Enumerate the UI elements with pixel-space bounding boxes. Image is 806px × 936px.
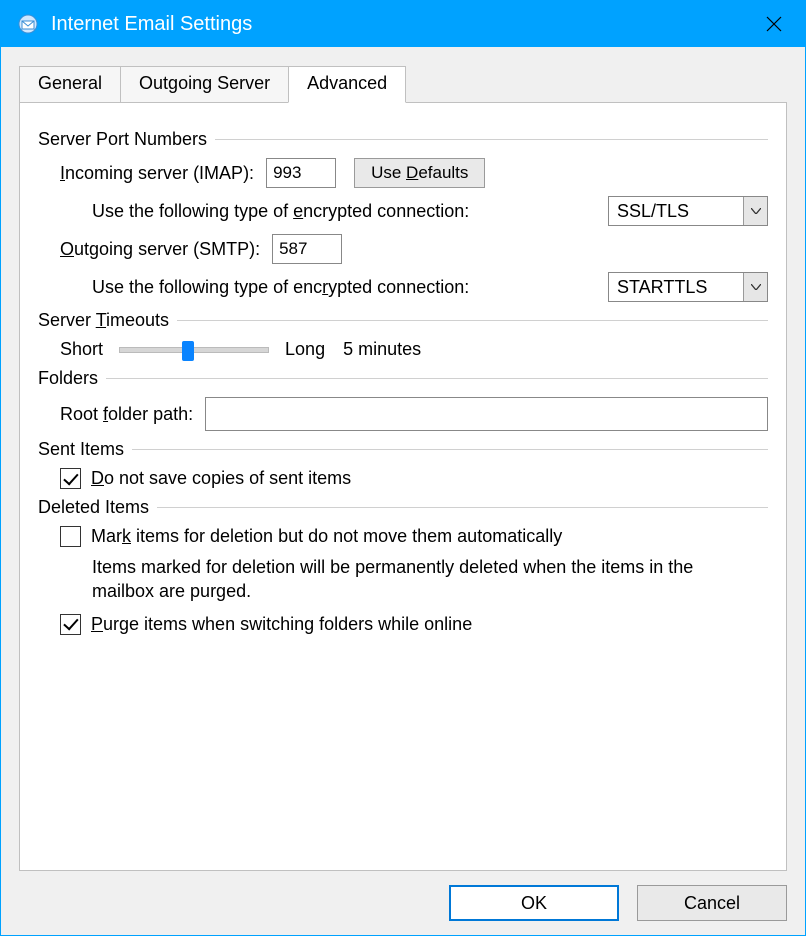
- dialog-window: Internet Email Settings General Outgoing…: [0, 0, 806, 936]
- window-title: Internet Email Settings: [51, 13, 751, 36]
- group-rule: [106, 378, 768, 379]
- timeout-slider[interactable]: [119, 347, 269, 353]
- group-deleted-items: Deleted Items: [38, 497, 768, 518]
- mark-for-deletion-checkbox[interactable]: [60, 526, 81, 547]
- group-label: Folders: [38, 368, 106, 389]
- row-timeout-slider: Short Long 5 minutes: [38, 339, 768, 360]
- row-mark-for-deletion: Mark items for deletion but do not move …: [38, 526, 768, 547]
- chevron-down-icon: [743, 273, 767, 301]
- outgoing-port-input[interactable]: [272, 234, 342, 264]
- row-incoming-port: Incoming server (IMAP): Use Defaults: [38, 158, 768, 188]
- group-rule: [215, 139, 768, 140]
- row-purge-on-switch: Purge items when switching folders while…: [38, 614, 768, 635]
- dont-save-sent-checkbox[interactable]: [60, 468, 81, 489]
- row-outgoing-port: Outgoing server (SMTP):: [38, 234, 768, 264]
- group-rule: [157, 507, 768, 508]
- close-button[interactable]: [751, 1, 797, 47]
- mark-for-deletion-label: Mark items for deletion but do not move …: [91, 526, 562, 547]
- use-defaults-button[interactable]: Use Defaults: [354, 158, 485, 188]
- tab-outgoing-server[interactable]: Outgoing Server: [120, 66, 289, 103]
- group-folders: Folders: [38, 368, 768, 389]
- tab-general[interactable]: General: [19, 66, 121, 103]
- slider-short-label: Short: [60, 339, 103, 360]
- group-label: Server Port Numbers: [38, 129, 215, 150]
- outgoing-enc-label: Use the following type of encrypted conn…: [92, 277, 469, 298]
- slider-thumb[interactable]: [182, 341, 194, 361]
- mark-for-deletion-help: Items marked for deletion will be perman…: [70, 555, 768, 604]
- tab-panel-advanced: Server Port Numbers Incoming server (IMA…: [19, 102, 787, 871]
- select-value: SSL/TLS: [617, 201, 689, 222]
- incoming-enc-label: Use the following type of encrypted conn…: [92, 201, 469, 222]
- group-rule: [132, 449, 768, 450]
- dialog-buttons: OK Cancel: [19, 871, 787, 921]
- row-incoming-encryption: Use the following type of encrypted conn…: [38, 196, 768, 226]
- app-icon: [15, 11, 41, 37]
- incoming-label: Incoming server (IMAP):: [60, 163, 254, 184]
- select-value: STARTTLS: [617, 277, 707, 298]
- dont-save-sent-label: Do not save copies of sent items: [91, 468, 351, 489]
- row-root-folder: Root folder path:: [38, 397, 768, 431]
- chevron-down-icon: [743, 197, 767, 225]
- tab-advanced[interactable]: Advanced: [288, 66, 406, 103]
- row-outgoing-encryption: Use the following type of encrypted conn…: [38, 272, 768, 302]
- incoming-encryption-select[interactable]: SSL/TLS: [608, 196, 768, 226]
- row-dont-save-sent: Do not save copies of sent items: [38, 468, 768, 489]
- titlebar: Internet Email Settings: [1, 1, 805, 47]
- group-rule: [177, 320, 768, 321]
- group-sent-items: Sent Items: [38, 439, 768, 460]
- incoming-port-input[interactable]: [266, 158, 336, 188]
- outgoing-label: Outgoing server (SMTP):: [60, 239, 260, 260]
- group-server-timeouts: Server Timeouts: [38, 310, 768, 331]
- group-label: Sent Items: [38, 439, 132, 460]
- group-server-port-numbers: Server Port Numbers: [38, 129, 768, 150]
- group-label: Deleted Items: [38, 497, 157, 518]
- outgoing-encryption-select[interactable]: STARTTLS: [608, 272, 768, 302]
- group-label: Server Timeouts: [38, 310, 177, 331]
- purge-on-switch-checkbox[interactable]: [60, 614, 81, 635]
- client-area: General Outgoing Server Advanced Server …: [1, 47, 805, 935]
- cancel-button[interactable]: Cancel: [637, 885, 787, 921]
- timeout-value: 5 minutes: [343, 339, 421, 360]
- tab-strip: General Outgoing Server Advanced: [19, 65, 787, 102]
- purge-on-switch-label: Purge items when switching folders while…: [91, 614, 472, 635]
- slider-long-label: Long: [285, 339, 325, 360]
- root-folder-label: Root folder path:: [60, 404, 193, 425]
- root-folder-input[interactable]: [205, 397, 768, 431]
- ok-button[interactable]: OK: [449, 885, 619, 921]
